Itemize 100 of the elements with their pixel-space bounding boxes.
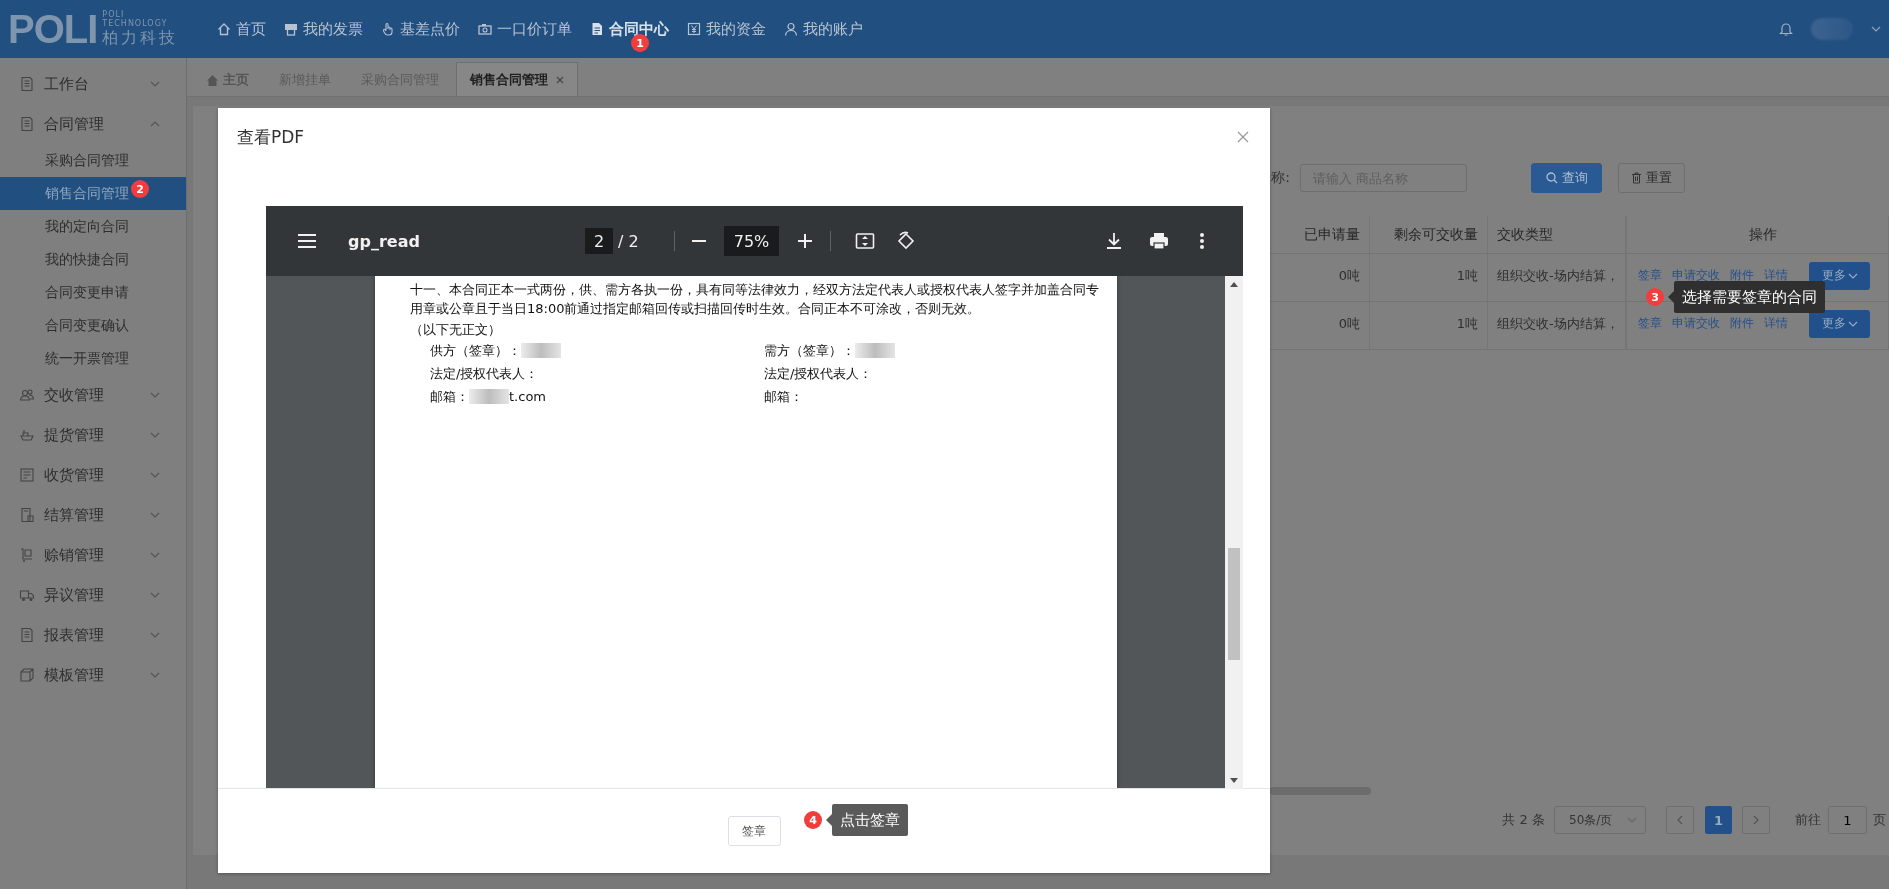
caret-icon (1871, 26, 1881, 32)
document-icon (19, 76, 35, 92)
menu-item[interactable]: 结算管理 (0, 495, 186, 535)
calculator-icon (19, 507, 35, 523)
menu-item[interactable]: 合同管理 (0, 104, 186, 144)
arrow-down-icon[interactable] (1230, 778, 1238, 783)
trash-icon (1631, 172, 1642, 184)
user-icon (784, 22, 798, 36)
menu-icon[interactable] (297, 233, 317, 249)
rotate-icon[interactable] (896, 231, 916, 251)
submenu-item[interactable]: 采购合同管理 (0, 144, 186, 177)
close-icon[interactable] (1237, 131, 1249, 143)
table-cell: 1吨 (1370, 302, 1488, 349)
table-cell: 1吨 (1370, 254, 1488, 301)
print-icon[interactable] (1149, 231, 1169, 251)
scrollbar-thumb[interactable] (1228, 548, 1240, 660)
company-name: 柏力科技 (102, 28, 179, 48)
page-size-select[interactable]: 50条/页 (1554, 806, 1646, 834)
action-link[interactable]: 签章 (1638, 315, 1662, 332)
action-link[interactable]: 申请交收 (1672, 315, 1720, 332)
page-total: / 2 (618, 231, 640, 251)
action-link[interactable]: 详情 (1764, 267, 1788, 284)
signature-label: 邮箱： (430, 387, 469, 406)
signature-label: 邮箱： (764, 387, 803, 406)
signature-label: 需方（签章）： (764, 341, 855, 360)
menu-item[interactable]: 工作台 (0, 64, 186, 104)
menu-item[interactable]: 交收管理 (0, 375, 186, 415)
nav-link[interactable]: 一口价订单 (478, 19, 572, 39)
more-button[interactable]: 更多 (1809, 261, 1870, 290)
nav-link[interactable]: 基差点价 (381, 19, 460, 39)
nav-link[interactable]: 我的资金 (687, 19, 766, 39)
action-link[interactable]: 申请交收 (1672, 267, 1720, 284)
submenu-item[interactable]: 我的定向合同 (0, 210, 186, 243)
submenu-item[interactable]: 合同变更确认 (0, 309, 186, 342)
submenu-item[interactable]: 我的快捷合同 (0, 243, 186, 276)
page-input[interactable]: 1 (1828, 806, 1867, 834)
menu-item[interactable]: 赊销管理 (0, 535, 186, 575)
tab[interactable]: 销售合同管理 (456, 62, 578, 96)
people-icon (19, 387, 35, 403)
nav-link[interactable]: 我的发票 (284, 19, 363, 39)
more-button[interactable]: 更多 (1809, 309, 1870, 338)
column-header: 剩余可交收量 (1370, 216, 1488, 253)
field-label: 称: (1271, 169, 1290, 187)
page-suffix: 页 (1873, 811, 1886, 829)
fit-page-icon[interactable] (855, 231, 875, 251)
tooltip: 点击签章 (826, 804, 908, 836)
close-icon[interactable] (556, 75, 564, 84)
submenu-item[interactable]: 统一开票管理 (0, 342, 186, 375)
arrow-up-icon[interactable] (1230, 282, 1238, 287)
document-icon (19, 627, 35, 643)
home-icon (206, 73, 219, 87)
cube-icon (19, 667, 35, 683)
nav-link[interactable]: 首页 (217, 19, 266, 39)
column-header: 操作 (1626, 216, 1889, 253)
truck-icon (19, 587, 35, 603)
action-link[interactable]: 详情 (1764, 315, 1788, 332)
menu-item[interactable]: 报表管理 (0, 615, 186, 655)
signature-label: 法定/授权代表人： (764, 364, 873, 383)
page-number[interactable]: 1 (1705, 806, 1732, 834)
form-icon (19, 467, 35, 483)
nav-link[interactable]: 我的账户 (784, 19, 863, 39)
chevron-down-icon (1847, 272, 1858, 279)
reset-button[interactable]: 重置 (1618, 163, 1685, 193)
chevron-left-icon (1677, 815, 1683, 825)
menu-item[interactable]: 收货管理 (0, 455, 186, 495)
download-icon[interactable] (1104, 231, 1124, 251)
menu-item[interactable]: 提货管理 (0, 415, 186, 455)
page-input[interactable]: 2 (585, 228, 613, 254)
printer-icon (284, 22, 298, 36)
hand-icon (381, 22, 395, 36)
cart-icon (19, 547, 35, 563)
logo-subtitle: POLI (102, 10, 126, 19)
chevron-down-icon (1847, 320, 1858, 327)
goto-label: 前往 (1795, 811, 1821, 829)
document-icon (19, 116, 35, 132)
plus-icon[interactable] (795, 231, 815, 251)
signature-label: 法定/授权代表人： (430, 364, 539, 383)
menu-item[interactable]: 异议管理 (0, 575, 186, 615)
camera-icon (478, 22, 492, 36)
text-line: （以下无正文） (410, 321, 502, 339)
zoom-field[interactable]: 75% (724, 226, 779, 256)
text-line: 用章或公章且于当日18:00前通过指定邮箱回传或扫描回传时生效。合同正本不可涂改，否则无效。 (410, 300, 982, 318)
tooltip: 选择需要签章的合同 (1668, 281, 1825, 313)
action-link[interactable]: 附件 (1730, 315, 1754, 332)
document-icon (590, 22, 604, 36)
submenu-item[interactable]: 合同变更申请 (0, 276, 186, 309)
menu-item[interactable]: 模板管理 (0, 655, 186, 695)
search-icon (1545, 172, 1558, 184)
table-cell: 组织交收-场内结算， (1488, 302, 1626, 349)
action-link[interactable]: 签章 (1638, 267, 1662, 284)
search-button[interactable]: 查询 (1531, 163, 1602, 193)
yen-icon (687, 22, 701, 36)
ship-icon (19, 427, 35, 443)
action-link[interactable]: 附件 (1730, 267, 1754, 284)
dialog-title: 查看PDF (237, 125, 305, 149)
text-value: t.com (509, 389, 546, 404)
total-count: 共 2 条 (1502, 811, 1545, 829)
bell-icon[interactable] (1779, 21, 1793, 37)
sign-button[interactable]: 签章 (727, 816, 781, 846)
column-header: 交收类型 (1488, 216, 1626, 253)
